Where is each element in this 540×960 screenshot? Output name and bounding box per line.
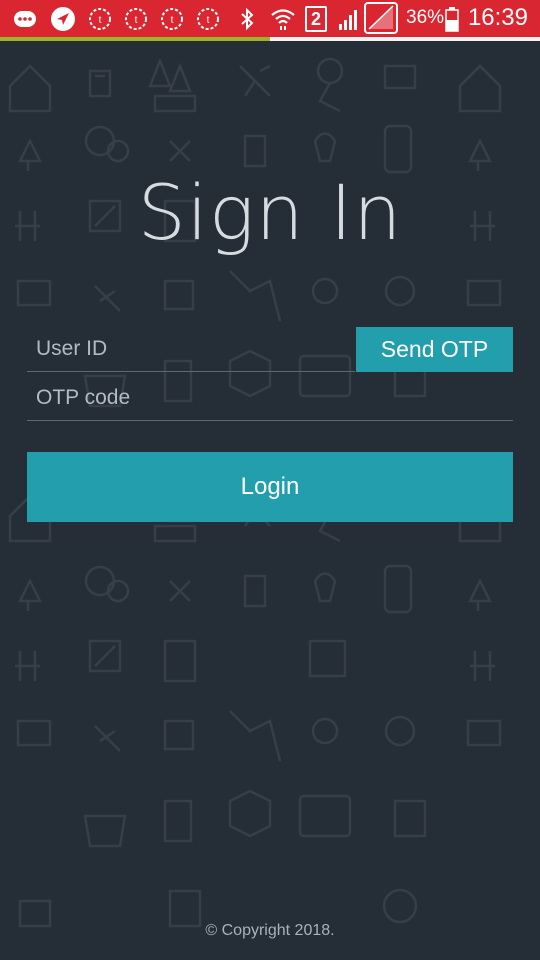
- bluetooth-icon: [241, 7, 254, 31]
- page-title: Sign In: [137, 168, 403, 257]
- svg-text:t: t: [171, 15, 174, 26]
- phone-icon: [383, 124, 413, 174]
- globe-icon: [384, 275, 416, 307]
- house-icon: [8, 64, 52, 113]
- brush-icon: [94, 285, 121, 312]
- computer-icon: [466, 279, 502, 307]
- navigation-icon: [51, 7, 75, 31]
- trees-icon: [148, 57, 197, 113]
- tree-icon: [17, 138, 43, 171]
- otp-code-field[interactable]: [27, 376, 513, 421]
- computer-icon: [16, 279, 52, 307]
- boot-icon: [243, 134, 267, 168]
- no-signal-icon: [364, 2, 398, 34]
- copyright-text: © Copyright 2018.: [205, 922, 335, 939]
- notification-icon: t: [161, 8, 183, 30]
- notification-icon: t: [89, 8, 111, 30]
- bug-icon: [311, 277, 339, 305]
- tree-icon: [467, 138, 493, 171]
- bulb-icon: [313, 132, 337, 163]
- svg-text:t: t: [207, 15, 210, 26]
- microphone-icon: [318, 82, 341, 113]
- otp-code-input[interactable]: [27, 376, 513, 420]
- user-id-input[interactable]: [27, 326, 355, 371]
- shirt-icon: [88, 69, 112, 98]
- sign-in-screen: t t t t 2 36% 16:39 Sign In User ID Send…: [0, 0, 540, 960]
- monitor-icon: [383, 64, 417, 90]
- battery-icon: [445, 7, 459, 32]
- signal-icon: [339, 10, 357, 30]
- kite-icon: [229, 270, 282, 322]
- user-id-field[interactable]: [27, 326, 355, 372]
- tools-icon: [239, 64, 271, 97]
- sim-icon: 2: [305, 6, 327, 32]
- house-icon: [458, 64, 502, 113]
- status-bar: t t t t 2 36% 16:39: [0, 0, 540, 38]
- box-icon: [163, 279, 195, 311]
- svg-text:t: t: [99, 15, 102, 26]
- svg-text:t: t: [135, 15, 138, 26]
- login-button[interactable]: Login: [27, 452, 513, 522]
- chat-icon: [14, 11, 36, 27]
- wifi-icon: [271, 9, 295, 30]
- status-time: 16:39: [467, 4, 528, 31]
- notification-icon: t: [197, 8, 219, 30]
- cross-tools-icon: [169, 140, 191, 162]
- send-otp-button[interactable]: Send OTP: [356, 327, 513, 372]
- battery-percent: 36%: [406, 7, 445, 28]
- notification-icon: t: [125, 8, 147, 30]
